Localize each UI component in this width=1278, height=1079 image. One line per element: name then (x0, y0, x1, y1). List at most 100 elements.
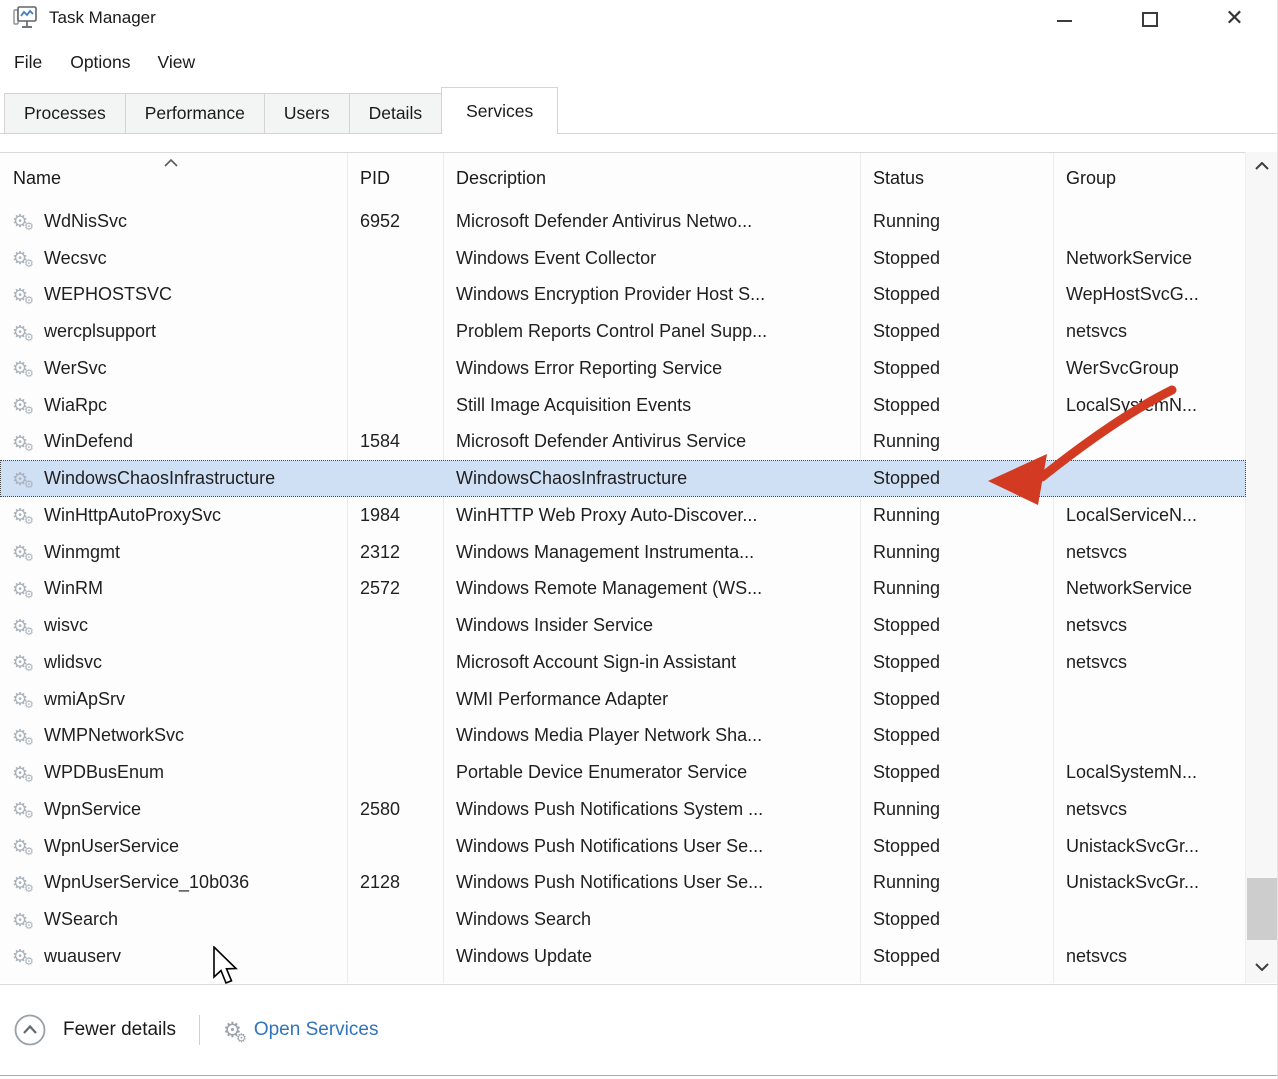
service-group: LocalSystemN... (1053, 762, 1246, 783)
service-gear-icon: ⚙ (12, 837, 36, 855)
table-row[interactable]: ⚙ wercplsupport Problem Reports Control … (0, 313, 1246, 350)
task-manager-window: Task Manager ✕ File Options View Process… (0, 0, 1278, 1079)
service-description: WMI Performance Adapter (443, 689, 860, 710)
table-row[interactable]: ⚙ wmiApSrv WMI Performance Adapter Stopp… (0, 681, 1246, 718)
service-description: Windows Management Instrumenta... (443, 542, 860, 563)
service-group: netsvcs (1053, 946, 1246, 967)
service-group: UnistackSvcGr... (1053, 836, 1246, 857)
vertical-scrollbar[interactable] (1245, 152, 1277, 983)
service-gear-icon: ⚙ (12, 874, 36, 892)
service-name: wisvc (44, 615, 88, 636)
service-description: WindowsChaosInfrastructure (443, 468, 860, 489)
table-row[interactable]: ⚙ WpnUserService Windows Push Notificati… (0, 828, 1246, 865)
tab-performance[interactable]: Performance (125, 93, 265, 134)
menu-file[interactable]: File (14, 52, 42, 73)
service-gear-icon: ⚙ (12, 212, 36, 230)
service-gear-icon: ⚙ (12, 653, 36, 671)
service-description: Windows Search (443, 909, 860, 930)
service-pid: 2128 (347, 872, 443, 893)
service-group: WerSvcGroup (1053, 358, 1246, 379)
service-group: LocalSystemN... (1053, 395, 1246, 416)
service-gear-icon: ⚙ (12, 800, 36, 818)
table-row[interactable]: ⚙ Wecsvc Windows Event Collector Stopped… (0, 240, 1246, 277)
table-row[interactable]: ⚙ WiaRpc Still Image Acquisition Events … (0, 387, 1246, 424)
table-row[interactable]: ⚙ wisvc Windows Insider Service Stopped … (0, 607, 1246, 644)
column-header-description[interactable]: Description (443, 153, 860, 203)
tab-users[interactable]: Users (264, 93, 350, 134)
table-row[interactable]: ⚙ WMPNetworkSvc Windows Media Player Net… (0, 718, 1246, 755)
service-status: Stopped (860, 909, 1053, 930)
tab-processes[interactable]: Processes (4, 93, 126, 134)
service-name: wmiApSrv (44, 689, 125, 710)
service-status: Stopped (860, 725, 1053, 746)
scroll-up-button[interactable] (1246, 152, 1277, 180)
service-name: WPDBusEnum (44, 762, 164, 783)
table-row[interactable]: ⚙ wlidsvc Microsoft Account Sign-in Assi… (0, 644, 1246, 681)
service-gear-icon: ⚙ (12, 580, 36, 598)
table-row[interactable]: ⚙ WPDBusEnum Portable Device Enumerator … (0, 754, 1246, 791)
minimize-button[interactable] (1022, 0, 1107, 38)
service-description: Still Image Acquisition Events (443, 395, 860, 416)
footer-divider (199, 1015, 200, 1045)
tab-services[interactable]: Services (441, 87, 558, 134)
column-header-status[interactable]: Status (860, 153, 1053, 203)
title-bar: Task Manager ✕ (0, 0, 1277, 38)
services-table: Name PID Description Status Group ⚙ WdNi… (0, 152, 1246, 983)
tab-bar: Processes Performance Users Details Serv… (0, 87, 1277, 134)
open-services-link[interactable]: ⚙ Open Services (223, 1019, 378, 1041)
service-group: netsvcs (1053, 652, 1246, 673)
tab-details[interactable]: Details (349, 93, 443, 134)
service-group: netsvcs (1053, 799, 1246, 820)
service-pid: 2580 (347, 799, 443, 820)
service-status: Stopped (860, 946, 1053, 967)
table-row[interactable]: ⚙ Winmgmt 2312 Windows Management Instru… (0, 534, 1246, 571)
table-row[interactable]: ⚙ WSearch Windows Search Stopped (0, 901, 1246, 938)
service-pid: 2312 (347, 542, 443, 563)
table-row[interactable]: ⚙ WEPHOSTSVC Windows Encryption Provider… (0, 277, 1246, 314)
service-name: WdNisSvc (44, 211, 127, 232)
service-gear-icon: ⚙ (12, 617, 36, 635)
table-row[interactable]: ⚙ WpnService 2580 Windows Push Notificat… (0, 791, 1246, 828)
service-status: Running (860, 505, 1053, 526)
menu-options[interactable]: Options (70, 52, 130, 73)
service-gear-icon: ⚙ (12, 359, 36, 377)
table-row[interactable]: ⚙ WdNisSvc 6952 Microsoft Defender Antiv… (0, 203, 1246, 240)
service-description: WinHTTP Web Proxy Auto-Discover... (443, 505, 860, 526)
table-row[interactable]: ⚙ WpnUserService_10b036 2128 Windows Pus… (0, 865, 1246, 902)
column-header-group[interactable]: Group (1053, 153, 1246, 203)
service-description: Problem Reports Control Panel Supp... (443, 321, 860, 342)
table-body: ⚙ WdNisSvc 6952 Microsoft Defender Antiv… (0, 203, 1246, 975)
service-name: WinDefend (44, 431, 133, 452)
service-status: Stopped (860, 284, 1053, 305)
maximize-icon (1142, 12, 1158, 27)
service-description: Windows Event Collector (443, 248, 860, 269)
fewer-details-button[interactable]: Fewer details (14, 1014, 176, 1046)
scrollbar-thumb[interactable] (1247, 878, 1277, 940)
table-row[interactable]: ⚙ WinDefend 1584 Microsoft Defender Anti… (0, 424, 1246, 461)
service-description: Windows Update (443, 946, 860, 967)
service-gear-icon: ⚙ (12, 433, 36, 451)
open-services-label: Open Services (254, 1019, 379, 1041)
service-group: NetworkService (1053, 248, 1246, 269)
column-header-pid[interactable]: PID (347, 153, 443, 203)
table-row[interactable]: ⚙ WerSvc Windows Error Reporting Service… (0, 350, 1246, 387)
close-button[interactable]: ✕ (1192, 0, 1277, 38)
menu-view[interactable]: View (158, 52, 196, 73)
table-row[interactable]: ⚙ wuauserv Windows Update Stopped netsvc… (0, 938, 1246, 975)
table-row-selected[interactable]: ⚙ WindowsChaosInfrastructure WindowsChao… (0, 460, 1246, 497)
service-description: Windows Error Reporting Service (443, 358, 860, 379)
table-row[interactable]: ⚙ WinHttpAutoProxySvc 1984 WinHTTP Web P… (0, 497, 1246, 534)
service-status: Running (860, 431, 1053, 452)
scroll-down-button[interactable] (1246, 953, 1277, 981)
service-gear-icon: ⚙ (12, 470, 36, 488)
service-status: Stopped (860, 468, 1053, 489)
service-description: Windows Push Notifications User Se... (443, 872, 860, 893)
service-name: WMPNetworkSvc (44, 725, 184, 746)
maximize-button[interactable] (1107, 0, 1192, 38)
service-name: wuauserv (44, 946, 121, 967)
service-gear-icon: ⚙ (12, 727, 36, 745)
chevron-up-icon (1255, 162, 1269, 170)
service-pid: 6952 (347, 211, 443, 232)
service-name: WpnUserService_10b036 (44, 872, 249, 893)
table-row[interactable]: ⚙ WinRM 2572 Windows Remote Management (… (0, 571, 1246, 608)
